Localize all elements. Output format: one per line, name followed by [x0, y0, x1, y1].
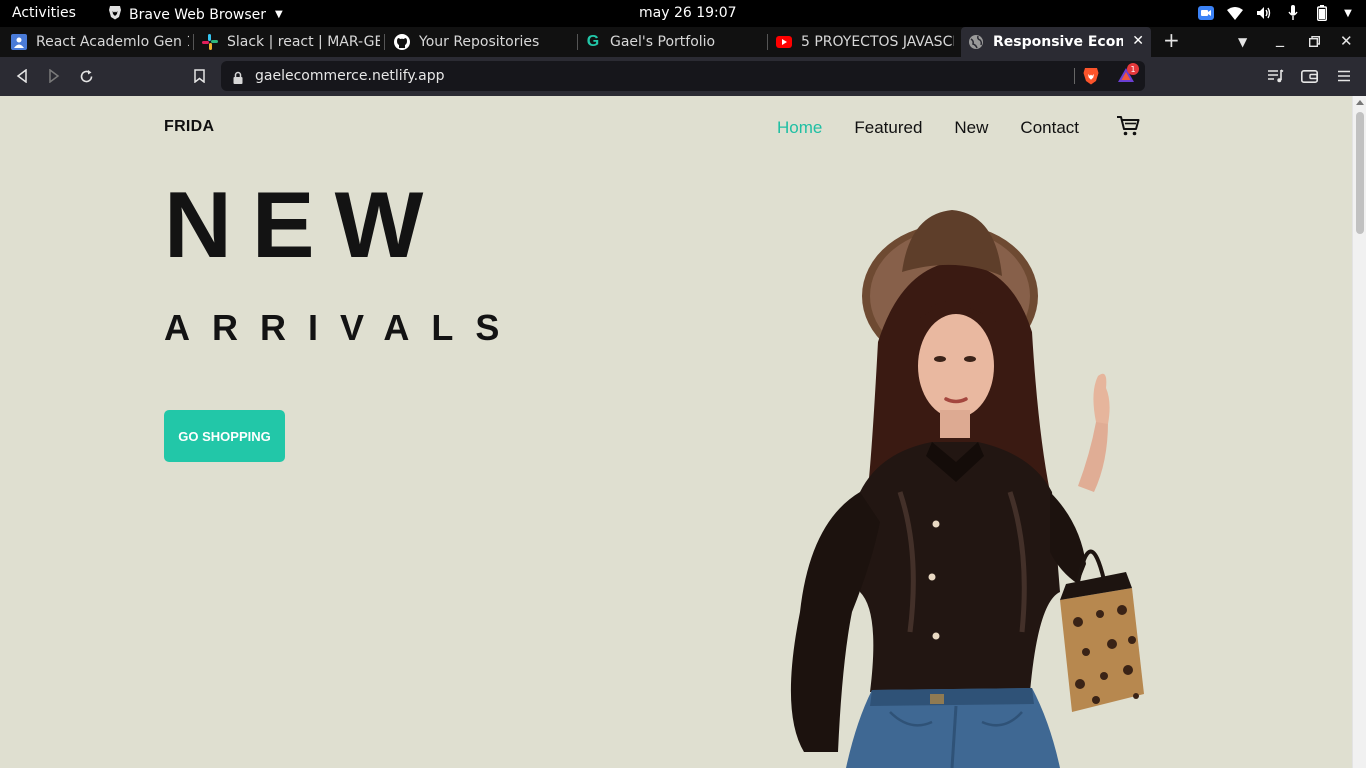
maximize-icon[interactable]	[1308, 32, 1320, 51]
lock-icon	[233, 69, 243, 88]
playlist-icon[interactable]	[1266, 67, 1284, 85]
tab-title: Gael's Portfolio	[610, 34, 716, 50]
app-menu-caret-icon: ▼	[275, 9, 283, 20]
tab-strip: React Academlo Gen 1 Slack | react | MAR…	[0, 27, 1366, 57]
page-viewport: FRIDA Home Featured New Contact NEW ARRI…	[0, 96, 1352, 768]
back-icon[interactable]	[13, 67, 31, 85]
activities-button[interactable]: Activities	[12, 5, 76, 21]
site-nav: Home Featured New Contact	[777, 118, 1079, 138]
brave-rewards-icon[interactable]: 1	[1117, 63, 1139, 87]
slack-icon	[202, 34, 218, 50]
address-bar[interactable]: gaelecommerce.netlify.app 1	[221, 61, 1145, 91]
youtube-icon	[776, 34, 792, 50]
system-top-bar: Activities Brave Web Browser ▼ may 26 19…	[0, 0, 1366, 27]
camera-icon	[1197, 4, 1215, 22]
wifi-icon	[1226, 4, 1244, 22]
scrollbar-thumb[interactable]	[1356, 112, 1364, 234]
portfolio-g-icon: G	[586, 33, 600, 50]
nav-link-home[interactable]: Home	[777, 118, 822, 138]
tab-search-chevron-icon[interactable]: ▼	[1238, 35, 1247, 49]
nav-link-new[interactable]: New	[954, 118, 988, 138]
browser-toolbar: gaelecommerce.netlify.app 1	[0, 57, 1366, 96]
tab-separator	[577, 34, 578, 50]
academlo-icon	[11, 34, 27, 50]
hero-subtitle: ARRIVALS	[164, 307, 522, 348]
nav-link-featured[interactable]: Featured	[854, 118, 922, 138]
app-menu-label: Brave Web Browser	[129, 6, 266, 23]
new-tab-icon[interactable]: +	[1163, 28, 1180, 52]
scroll-up-arrow-icon[interactable]	[1356, 100, 1364, 105]
url-text: gaelecommerce.netlify.app	[255, 68, 445, 84]
tab-youtube[interactable]: 5 PROYECTOS JAVASCR	[776, 27, 954, 57]
tab-title: Responsive Ecomm	[993, 34, 1123, 50]
tab-github[interactable]: Your Repositories	[394, 27, 572, 57]
tab-separator	[193, 34, 194, 50]
reload-icon[interactable]	[77, 67, 95, 85]
tab-responsive-ecommerce[interactable]: Responsive Ecomm ✕	[961, 27, 1151, 57]
bookmark-icon[interactable]	[190, 67, 208, 85]
app-menu[interactable]: Brave Web Browser ▼	[108, 5, 283, 24]
minimize-icon[interactable]: _	[1276, 28, 1284, 47]
github-icon	[394, 34, 410, 50]
close-tab-icon[interactable]: ✕	[1132, 33, 1144, 49]
address-bar-divider	[1074, 68, 1075, 84]
tab-title: Slack | react | MAR-GEN	[227, 34, 380, 50]
microphone-icon	[1284, 4, 1302, 22]
hamburger-menu-icon[interactable]	[1335, 67, 1353, 85]
tab-separator	[767, 34, 768, 50]
wallet-icon[interactable]	[1300, 67, 1318, 85]
hero-model-image	[790, 210, 1144, 768]
tab-slack[interactable]: Slack | react | MAR-GEN	[202, 27, 380, 57]
tab-react-academlo[interactable]: React Academlo Gen 1	[11, 27, 189, 57]
site-logo[interactable]: FRIDA	[164, 118, 214, 136]
clock[interactable]: may 26 19:07	[639, 5, 737, 21]
tab-title: Your Repositories	[419, 34, 540, 50]
cart-icon[interactable]	[1116, 115, 1140, 137]
brave-shields-icon[interactable]	[1083, 67, 1099, 89]
system-menu-caret-icon: ▼	[1344, 7, 1352, 19]
tab-title: 5 PROYECTOS JAVASCR	[801, 34, 954, 50]
nav-link-contact[interactable]: Contact	[1020, 118, 1079, 138]
system-tray[interactable]: ▼	[1197, 4, 1354, 22]
rewards-badge: 1	[1127, 63, 1139, 75]
hero-title: NEW	[164, 172, 444, 277]
battery-icon	[1313, 4, 1331, 22]
globe-icon	[968, 34, 984, 50]
brave-lion-icon	[108, 5, 122, 24]
tab-title: React Academlo Gen 1	[36, 34, 189, 50]
tab-gaels-portfolio[interactable]: G Gael's Portfolio	[585, 27, 763, 57]
tab-separator	[384, 34, 385, 50]
page-scrollbar[interactable]	[1352, 96, 1366, 768]
close-window-icon[interactable]: ✕	[1340, 32, 1353, 50]
volume-icon	[1255, 4, 1273, 22]
forward-icon[interactable]	[45, 67, 63, 85]
go-shopping-button[interactable]: GO SHOPPING	[164, 410, 285, 462]
